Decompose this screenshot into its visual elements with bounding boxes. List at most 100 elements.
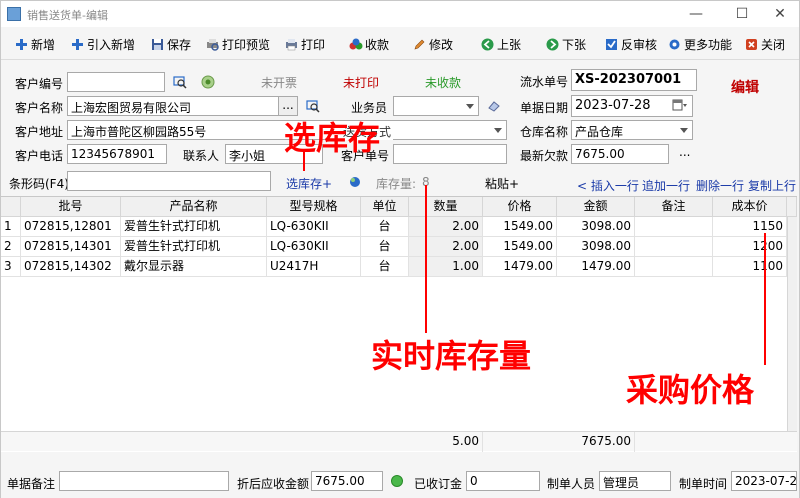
invoice-status: 未开票 [261,76,298,90]
maximize-button[interactable]: ☐ [727,3,757,25]
title-bar: 销售送货单-编辑 — ☐ ✕ [1,1,799,27]
print-button[interactable]: 打印 [285,34,325,54]
plus-icon [15,38,28,51]
maker-label: 制单人员 [547,477,596,491]
salesman-select[interactable] [393,96,479,116]
prev-record-button[interactable]: 上张 [481,34,521,54]
table-cell[interactable]: 072815,12801 [21,217,121,237]
save-button[interactable]: 保存 [151,34,191,54]
table-cell[interactable]: 072815,14302 [21,257,121,277]
grid-header[interactable]: 成本价 [713,197,787,217]
delete-row-button[interactable]: 删除一行 [696,177,744,194]
remark-input[interactable] [59,471,229,491]
table-cell[interactable]: U2417H [267,257,361,277]
grid-header[interactable]: 金额 [557,197,635,217]
table-cell[interactable]: 1549.00 [483,237,557,257]
discount-amount-input[interactable]: 7675.00 [311,471,383,491]
plus-icon [71,38,84,51]
annotation-realtime-stock: 实时库存量 [371,337,532,375]
new-button[interactable]: 新增 [15,34,55,54]
more-functions-button[interactable]: 更多功能 [668,34,732,54]
modify-button[interactable]: 修改 [413,34,453,54]
unaudit-button[interactable]: 反审核 [605,34,657,54]
grid-header[interactable]: 数量 [409,197,483,217]
toolbar-divider [1,59,799,60]
table-cell[interactable]: 3098.00 [557,237,635,257]
table-cell[interactable]: 072815,14301 [21,237,121,257]
grid-header[interactable]: 单位 [361,197,409,217]
table-cell[interactable]: 1479.00 [557,257,635,277]
next-record-button[interactable]: 下张 [546,34,586,54]
close-window-button[interactable]: ✕ [765,3,795,25]
table-cell[interactable]: LQ-630KII [267,217,361,237]
table-cell[interactable]: 2.00 [409,237,483,257]
table-cell[interactable]: 台 [361,237,409,257]
insert-row-button[interactable]: < 插入一行 [577,177,639,194]
barcode-input[interactable] [67,171,271,191]
table-cell[interactable]: 1150 [713,217,787,237]
close-button[interactable]: 关闭 [745,34,785,54]
gear-icon [668,38,681,51]
customer-phone-input[interactable]: 12345678901 [67,144,167,164]
chevron-down-icon [492,123,504,137]
grid-header[interactable]: 价格 [483,197,557,217]
calendar-icon[interactable] [672,99,688,116]
table-cell[interactable]: 爱普生针式打印机 [121,237,267,257]
table-cell[interactable]: 1.00 [409,257,483,277]
table-cell[interactable] [635,257,713,277]
items-grid: 批号 产品名称 型号规格 单位 数量 价格 金额 备注 成本价 1 072815… [1,196,797,452]
minimize-button[interactable]: — [681,3,711,25]
grid-header[interactable]: 产品名称 [121,197,267,217]
print-preview-button[interactable]: 打印预览 [206,34,270,54]
row-index: 1 [1,217,21,237]
append-row-button[interactable]: 追加一行 [642,177,690,194]
serial-input[interactable]: XS-202307001 [571,69,697,91]
paste-button[interactable]: 粘贴+ [485,175,519,192]
select-stock-link[interactable]: 选库存+ [286,175,332,192]
import-new-button[interactable]: 引入新增 [71,34,135,54]
table-cell[interactable]: 爱普生针式打印机 [121,217,267,237]
make-time-label: 制单时间 [679,477,728,491]
customer-code-input[interactable] [67,72,165,92]
toolbar: 新增 引入新增 保存 打印预览 打印 收款 修改 上张 下张 反审核 更多功能 … [1,29,799,57]
copy-up-row-button[interactable]: 复制上行 [748,177,796,194]
table-cell[interactable]: 台 [361,257,409,277]
table-cell[interactable]: LQ-630KII [267,237,361,257]
make-time-input[interactable]: 2023-07-28 [731,471,797,491]
app-icon [7,7,21,21]
receive-payment-button[interactable]: 收款 [349,34,389,54]
grid-header[interactable]: 备注 [635,197,713,217]
contact-label: 联系人 [183,149,220,163]
customer-order-input[interactable] [393,144,507,164]
date-picker[interactable]: 2023-07-28 [571,95,693,117]
grid-header-index [1,197,21,217]
maker-input[interactable]: 管理员 [599,471,671,491]
table-cell[interactable]: 3098.00 [557,217,635,237]
table-cell[interactable] [635,217,713,237]
eraser-icon[interactable] [487,99,501,116]
bottom-bar: 单据备注 折后应收金额 7675.00 已收订金 0 制单人员 管理员 制单时间… [1,466,799,498]
deposit-input[interactable]: 0 [466,471,540,491]
latest-debt-more[interactable]: ... [679,145,690,159]
row-index: 2 [1,237,21,257]
total-amount: 7675.00 [557,432,635,452]
grid-header[interactable]: 型号规格 [267,197,361,217]
grid-scrollbar[interactable] [787,217,797,432]
table-cell[interactable]: 1479.00 [483,257,557,277]
grid-header[interactable]: 批号 [21,197,121,217]
table-cell[interactable]: 1100 [713,257,787,277]
search-icon[interactable] [173,75,187,92]
table-cell[interactable]: 2.00 [409,217,483,237]
table-cell[interactable]: 1549.00 [483,217,557,237]
warehouse-select[interactable]: 产品仓库 [571,120,693,140]
customer-name-input[interactable]: 上海宏图贸易有限公司 [67,96,279,116]
arrow-right-circle-icon [546,38,559,51]
coins-icon [349,38,363,51]
table-cell[interactable]: 台 [361,217,409,237]
table-cell[interactable]: 1200 [713,237,787,257]
table-cell[interactable]: 戴尔显示器 [121,257,267,277]
receipt-status: 未收款 [425,76,462,90]
window-title: 销售送货单-编辑 [27,9,108,22]
unaudit-icon [605,38,618,51]
table-cell[interactable] [635,237,713,257]
